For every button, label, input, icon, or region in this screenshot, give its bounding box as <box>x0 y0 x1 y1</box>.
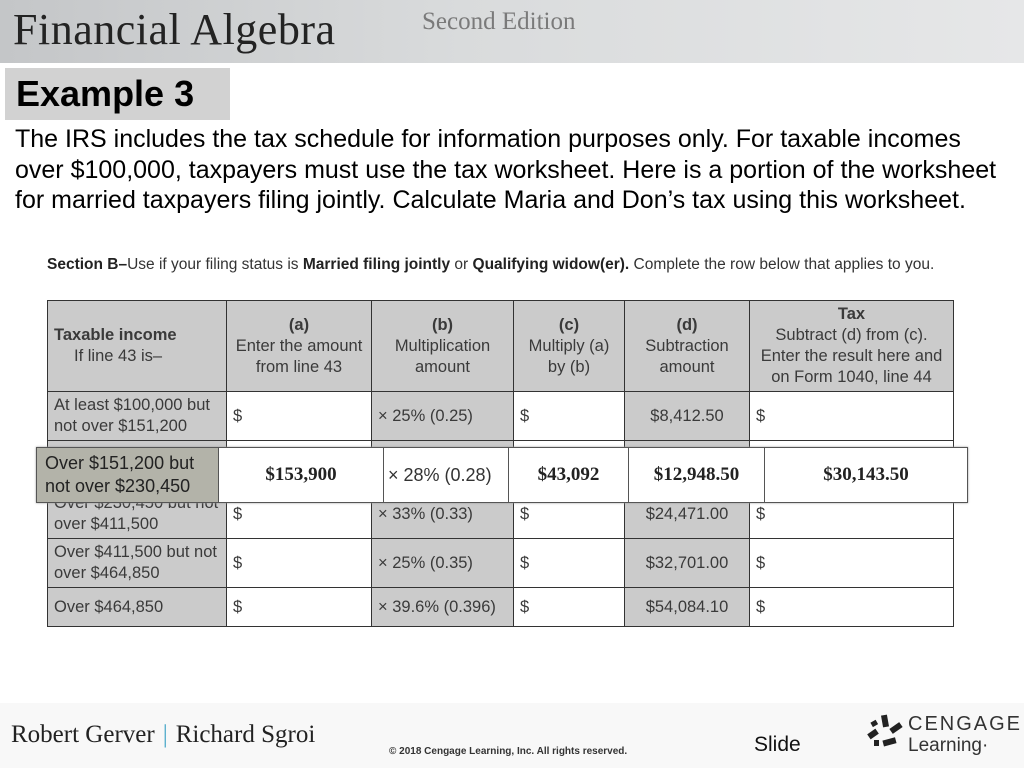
cell-a: $ <box>226 538 372 588</box>
highlight-range: Over $151,200 but not over $230,450 <box>37 448 219 502</box>
cell-d: $32,701.00 <box>624 538 750 588</box>
highlighted-row-solution: Over $151,200 but not over $230,450 $153… <box>36 447 968 503</box>
header-sub: Multiply (a) by (b) <box>528 336 610 376</box>
cell-range: At least $100,000 but not over $151,200 <box>47 391 227 441</box>
section-text: Use if your filing status is <box>127 256 303 273</box>
author-1: Robert Gerver <box>11 721 155 748</box>
header-sub: Subtract (d) from (c). Enter the result … <box>760 326 943 386</box>
table-row: Over $411,500 but not over $464,850 $ × … <box>47 538 954 588</box>
author-2: Richard Sgroi <box>175 721 316 748</box>
cell-c: $ <box>513 587 625 627</box>
header-title: Taxable income <box>54 326 177 344</box>
cengage-logo: CENGAGE Learning· <box>866 713 1020 763</box>
header-title: (a) <box>288 315 310 334</box>
header-title: Tax <box>837 305 866 323</box>
book-edition: Second Edition <box>422 8 576 35</box>
header-sub: Subtraction amount <box>645 336 729 376</box>
header-col-d: (d) Subtraction amount <box>624 300 750 392</box>
cell-d: $54,084.10 <box>624 587 750 627</box>
highlight-tax: $30,143.50 <box>823 464 909 485</box>
cell-d: $8,412.50 <box>624 391 750 441</box>
header-col-b: (b) Multiplication amount <box>371 300 514 392</box>
highlight-amount-a: $153,900 <box>219 448 384 502</box>
slide-number-label: Slide <box>754 733 801 756</box>
authors: Robert Gerver | Richard Sgroi <box>11 721 315 749</box>
table-row: At least $100,000 but not over $151,200 … <box>47 391 954 441</box>
cell-tax: $ <box>749 391 954 441</box>
section-label: Section B– <box>47 256 128 273</box>
slide-header: Financial Algebra Second Edition <box>0 0 1024 63</box>
cell-range: Over $411,500 but not over $464,850 <box>47 538 227 588</box>
header-col-a: (a) Enter the amount from line 43 <box>226 300 372 392</box>
cell-c: $ <box>513 538 625 588</box>
problem-text: The IRS includes the tax schedule for in… <box>15 125 997 214</box>
example-heading: Example 3 <box>16 73 195 114</box>
highlight-multiplier-b: × 28% (0.28) <box>384 448 509 502</box>
table-row: Over $464,850 $ × 39.6% (0.396) $ $54,08… <box>47 587 954 627</box>
header-sub: If line 43 is– <box>74 347 163 365</box>
header-col-c: (c) Multiply (a) by (b) <box>513 300 625 392</box>
cell-range: Over $464,850 <box>47 587 227 627</box>
filing-status-1: Married filing jointly <box>302 256 451 273</box>
header-title: (b) <box>431 315 454 334</box>
header-title: (d) <box>676 315 698 334</box>
example-heading-box: Example 3 <box>5 68 230 120</box>
cengage-star-icon <box>867 714 903 747</box>
table-header-row: Taxable income If line 43 is– (a) Enter … <box>47 300 954 392</box>
cell-b: × 25% (0.35) <box>371 538 514 588</box>
logo-text-cengage: CENGAGE <box>908 713 1023 735</box>
cell-b: × 39.6% (0.396) <box>371 587 514 627</box>
cell-tax: $ <box>749 538 954 588</box>
header-taxable-income: Taxable income If line 43 is– <box>47 300 227 392</box>
cell-tax: $ <box>749 587 954 627</box>
book-title: Financial Algebra <box>13 5 336 54</box>
logo-text-learning: Learning· <box>908 735 989 756</box>
section-note: Section B–Use if your filing status is M… <box>47 255 947 275</box>
cell-a: $ <box>226 391 372 441</box>
header-sub: Enter the amount from line 43 <box>235 336 363 376</box>
cell-a: $ <box>226 587 372 627</box>
author-separator: | <box>162 721 168 748</box>
section-text: or <box>450 256 473 273</box>
section-text: Complete the row below that applies to y… <box>629 256 935 273</box>
header-col-tax: Tax Subtract (d) from (c). Enter the res… <box>749 300 954 392</box>
highlight-subtraction-d: $12,948.50 <box>629 448 765 502</box>
copyright: © 2018 Cengage Learning, Inc. All rights… <box>389 746 628 757</box>
cell-c: $ <box>513 391 625 441</box>
header-sub: Multiplication amount <box>394 336 491 376</box>
cell-b: × 25% (0.25) <box>371 391 514 441</box>
slide-footer: Robert Gerver | Richard Sgroi © 2018 Cenga… <box>0 703 1024 768</box>
filing-status-2: Qualifying widow(er). <box>472 256 630 273</box>
highlight-product-c: $43,092 <box>509 448 629 502</box>
header-title: (c) <box>558 315 580 334</box>
